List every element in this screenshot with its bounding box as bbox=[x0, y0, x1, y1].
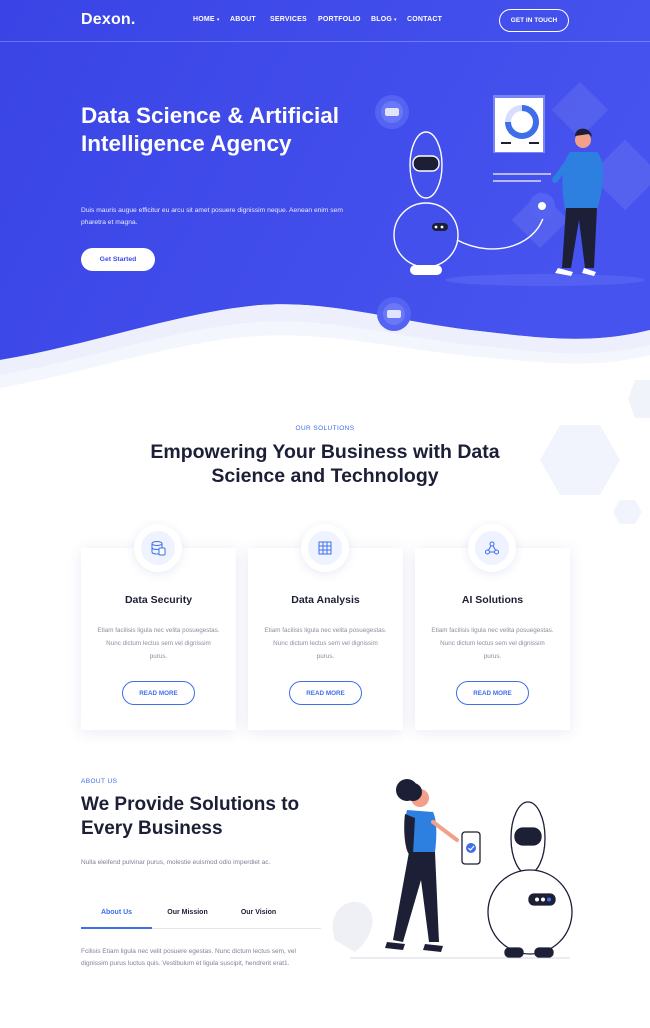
about-description: Nulla eleifend pulvinar purus, molestie … bbox=[81, 859, 271, 866]
database-icon bbox=[151, 541, 166, 556]
hexagon-decoration bbox=[628, 380, 650, 418]
solution-cards: Data Security Etiam facilisis ligula nec… bbox=[81, 524, 570, 730]
person-icon bbox=[385, 779, 459, 952]
card-title: AI Solutions bbox=[461, 594, 524, 606]
data-analysis-icon bbox=[318, 541, 332, 555]
tab-our-vision[interactable]: Our Vision bbox=[223, 899, 294, 928]
person-icon bbox=[552, 128, 604, 276]
card-text: Etiam facilisis ligula nec velita posueg… bbox=[97, 627, 220, 660]
card-title: Data Analysis bbox=[291, 594, 360, 606]
hero-description: Duis mauris augue efficitur eu arcu sit … bbox=[81, 207, 343, 226]
nav-item-contact[interactable]: CONTACT bbox=[407, 16, 442, 23]
nav-item-label: ABOUT bbox=[230, 16, 256, 23]
nav-item-label: HOME bbox=[193, 16, 215, 23]
about-tab-content: Fcilisis Etiam ligula nec velit posuere … bbox=[81, 948, 296, 967]
connector-icon bbox=[529, 193, 555, 219]
read-more-button[interactable]: READ MORE bbox=[122, 681, 195, 705]
get-started-button[interactable]: Get Started bbox=[81, 248, 155, 271]
section-kicker: OUR SOLUTIONS bbox=[295, 425, 355, 432]
nav-item-portfolio[interactable]: PORTFOLIO bbox=[318, 16, 371, 23]
card-text: Etiam facilisis ligula nec velita posueg… bbox=[264, 627, 387, 660]
smartphone-icon bbox=[461, 831, 481, 865]
nav-item-about[interactable]: ABOUT bbox=[230, 16, 270, 23]
solution-card: AI Solutions Etiam facilisis ligula nec … bbox=[415, 524, 570, 730]
hero-section: Dexon. HOME ▾ ABOUT SERVICES PORTFOLIO B… bbox=[0, 0, 650, 400]
section-title: We Provide Solutions to Every Business bbox=[81, 794, 300, 839]
solution-card: Data Security Etiam facilisis ligula nec… bbox=[81, 524, 236, 730]
chip-icon bbox=[375, 95, 409, 129]
nav-item-blog[interactable]: BLOG ▾ bbox=[371, 16, 407, 23]
nav-item-label: PORTFOLIO bbox=[318, 16, 361, 23]
chevron-down-icon: ▾ bbox=[394, 16, 397, 23]
network-nodes-icon bbox=[485, 541, 499, 555]
nav-item-label: CONTACT bbox=[407, 16, 443, 23]
read-more-button[interactable]: READ MORE bbox=[456, 681, 529, 705]
section-title: Empowering Your Business with Data Scien… bbox=[150, 441, 500, 487]
get-in-touch-button[interactable]: GET IN TOUCH bbox=[499, 9, 569, 32]
nav-item-home[interactable]: HOME ▾ bbox=[193, 16, 230, 23]
about-illustration bbox=[332, 779, 573, 959]
dashboard-card-icon bbox=[493, 95, 545, 153]
read-more-button[interactable]: READ MORE bbox=[289, 681, 362, 705]
logo[interactable]: Dexon. bbox=[81, 11, 136, 29]
nav-item-services[interactable]: SERVICES bbox=[270, 16, 318, 23]
hexagon-decoration bbox=[540, 425, 642, 524]
card-title: Data Security bbox=[124, 594, 193, 606]
chip-icon bbox=[377, 297, 411, 331]
nav-item-label: SERVICES bbox=[270, 16, 307, 23]
card-text: Etiam facilisis ligula nec velita posueg… bbox=[431, 627, 554, 660]
card-icon-badge bbox=[134, 524, 182, 572]
about-tabs: About Us Our Mission Our Vision bbox=[81, 899, 321, 929]
tab-our-mission[interactable]: Our Mission bbox=[152, 899, 223, 928]
solution-card: Data Analysis Etiam facilisis ligula nec… bbox=[248, 524, 403, 730]
chevron-down-icon: ▾ bbox=[216, 16, 220, 23]
hero-title: Data Science & Artificial Intelligence A… bbox=[81, 103, 340, 156]
robot-icon bbox=[487, 801, 573, 958]
main-nav: HOME ▾ ABOUT SERVICES PORTFOLIO BLOG ▾ C… bbox=[193, 16, 442, 23]
card-icon-badge bbox=[468, 524, 516, 572]
tab-about-us[interactable]: About Us bbox=[81, 899, 152, 929]
navbar: Dexon. HOME ▾ ABOUT SERVICES PORTFOLIO B… bbox=[0, 0, 650, 42]
robot-icon bbox=[393, 131, 546, 275]
hero-illustration bbox=[375, 95, 645, 331]
nav-item-label: BLOG bbox=[371, 16, 393, 23]
section-kicker: ABOUT US bbox=[81, 778, 118, 785]
card-icon-badge bbox=[301, 524, 349, 572]
